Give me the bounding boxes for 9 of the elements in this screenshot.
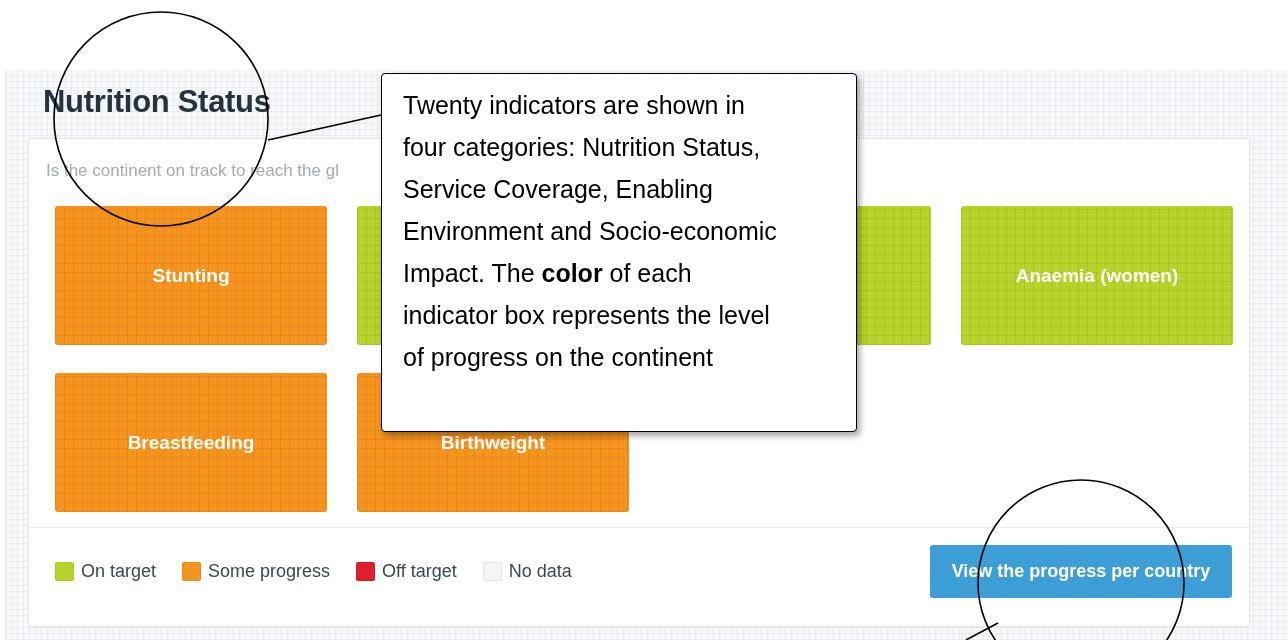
legend-label: Off target (382, 561, 457, 582)
indicator-tile[interactable]: Anaemia (women) (961, 206, 1233, 345)
callout-text: Twenty indicators are shown in four categories: Nutrition Status, Service Coverage, Enabling Environment and Socio-economic Impact. The color of each indicator box represents the level of progress on the continent (403, 90, 778, 373)
legend-label: Some progress (208, 561, 331, 582)
indicator-tile[interactable]: Breastfeeding (55, 373, 327, 512)
leader-line (965, 622, 999, 640)
indicator-tile[interactable]: Stunting (55, 206, 327, 345)
legend-label: On target (81, 561, 157, 582)
legend-label: No data (508, 561, 572, 582)
